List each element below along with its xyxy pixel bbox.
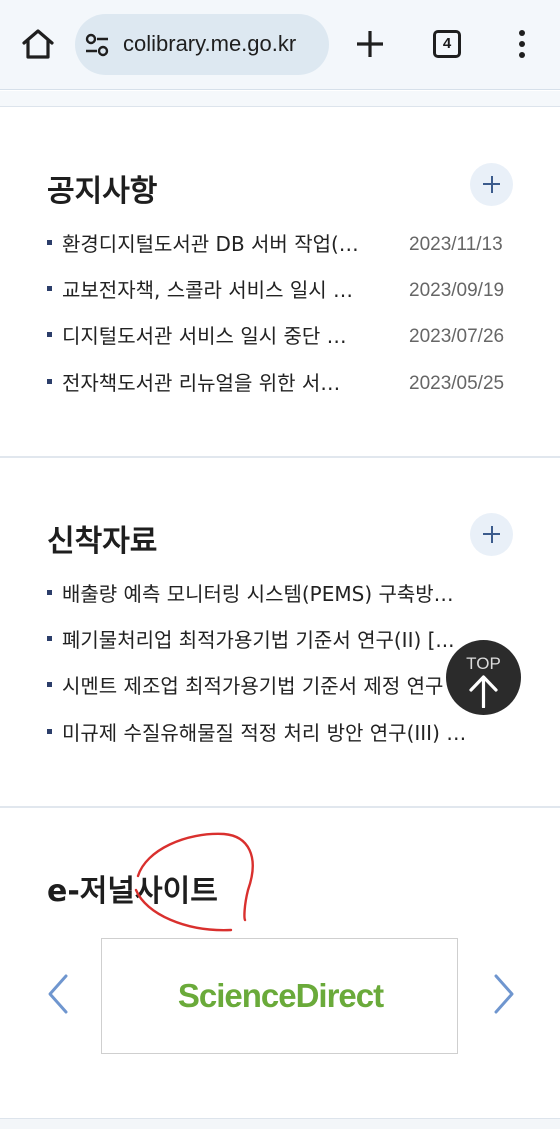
notice-more-button[interactable] xyxy=(470,163,513,206)
site-settings-icon[interactable] xyxy=(84,32,110,58)
notice-section: 공지사항 환경디지털도서관 DB 서버 작업(… 2023/11/13 교보전자… xyxy=(0,108,560,456)
tab-switcher-button[interactable]: 4 xyxy=(433,30,461,58)
home-icon[interactable] xyxy=(18,24,58,64)
top-label: TOP xyxy=(466,654,501,673)
bullet-icon xyxy=(47,682,52,687)
list-item[interactable]: 전자책도서관 리뉴얼을 위한 서… xyxy=(47,367,393,397)
new-tab-icon[interactable] xyxy=(354,28,386,60)
list-item[interactable]: 디지털도서관 서비스 일시 중단 … xyxy=(47,320,393,350)
sciencedirect-logo: ScienceDirect xyxy=(177,977,384,1014)
section-title: 신착자료 xyxy=(47,524,158,559)
bullet-icon xyxy=(47,240,52,245)
scroll-top-button[interactable]: TOP xyxy=(446,640,521,715)
list-item[interactable]: 시멘트 제조업 최적가용기법 기준서 제정 연구 xyxy=(47,670,477,700)
page-bottom-divider xyxy=(0,1118,560,1129)
list-item[interactable]: 배출량 예측 모니터링 시스템(PEMS) 구축방… xyxy=(47,578,497,608)
bullet-icon xyxy=(47,636,52,641)
address-bar[interactable]: colibrary.me.go.kr xyxy=(75,14,329,75)
item-date: 2023/11/13 xyxy=(409,234,503,255)
list-item[interactable]: 미규제 수질유해물질 적정 처리 방안 연구(III) … xyxy=(47,717,509,747)
item-date: 2023/09/19 xyxy=(409,280,505,301)
prev-arrow-icon[interactable] xyxy=(44,972,74,1016)
item-date: 2023/05/25 xyxy=(409,373,505,394)
page-top-spacer xyxy=(0,91,560,107)
bullet-icon xyxy=(47,590,52,595)
more-menu-icon[interactable] xyxy=(512,28,532,60)
url-text: colibrary.me.go.kr xyxy=(123,31,297,56)
section-title: 공지사항 xyxy=(47,174,158,209)
bullet-icon xyxy=(47,729,52,734)
list-item[interactable]: 환경디지털도서관 DB 서버 작업(… xyxy=(47,228,393,258)
list-item[interactable]: 폐기물처리업 최적가용기법 기준서 연구(II) [... xyxy=(47,624,477,654)
new-materials-section: 신착자료 배출량 예측 모니터링 시스템(PEMS) 구축방… 폐기물처리업 최… xyxy=(0,458,560,806)
next-arrow-icon[interactable] xyxy=(488,972,518,1016)
new-materials-more-button[interactable] xyxy=(470,513,513,556)
bullet-icon xyxy=(47,379,52,384)
browser-toolbar: colibrary.me.go.kr 4 xyxy=(0,0,560,90)
bullet-icon xyxy=(47,332,52,337)
section-divider xyxy=(0,806,560,808)
item-date: 2023/07/26 xyxy=(409,326,505,347)
arrow-up-icon xyxy=(469,675,498,708)
sciencedirect-banner[interactable]: ScienceDirect xyxy=(101,938,458,1054)
list-item[interactable]: 교보전자책, 스콜라 서비스 일시 … xyxy=(47,274,393,304)
hand-drawn-circle xyxy=(134,832,254,932)
bullet-icon xyxy=(47,286,52,291)
